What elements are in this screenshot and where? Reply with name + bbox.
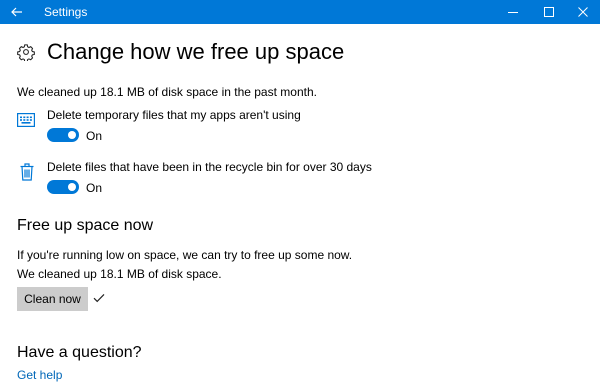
minimize-button[interactable] <box>496 0 530 24</box>
checkmark-icon <box>93 293 105 303</box>
close-icon <box>578 7 588 17</box>
keyboard-icon <box>17 113 35 127</box>
recycle-bin-icon <box>20 163 34 181</box>
maximize-button[interactable] <box>532 0 566 24</box>
page-title: Change how we free up space <box>47 39 345 64</box>
minimize-icon <box>508 12 518 13</box>
free-up-result: We cleaned up 18.1 MB of disk space. <box>17 267 222 281</box>
recycle-bin-toggle[interactable] <box>47 180 79 194</box>
cleanup-summary: We cleaned up 18.1 MB of disk space in t… <box>17 85 317 99</box>
recycle-bin-toggle-state: On <box>86 181 103 195</box>
gear-icon <box>17 44 35 61</box>
temp-files-toggle[interactable] <box>47 128 79 142</box>
close-button[interactable] <box>566 0 600 24</box>
setting-label-recycle-bin: Delete files that have been in the recyc… <box>47 160 372 174</box>
back-arrow-icon <box>11 7 22 17</box>
window-title: Settings <box>44 5 88 19</box>
page-header: Change how we free up space <box>17 37 344 67</box>
question-heading: Have a question? <box>17 344 142 361</box>
free-up-description: If you're running low on space, we can t… <box>17 248 353 262</box>
toggle-knob <box>68 183 76 191</box>
maximize-icon <box>544 7 554 17</box>
get-help-link[interactable]: Get help <box>17 368 62 382</box>
free-up-heading: Free up space now <box>17 217 154 234</box>
back-button[interactable] <box>0 0 34 24</box>
temp-files-toggle-state: On <box>86 129 103 143</box>
clean-now-button[interactable]: Clean now <box>17 287 88 311</box>
title-bar: Settings <box>0 0 600 24</box>
setting-label-temp-files: Delete temporary files that my apps aren… <box>47 108 301 122</box>
toggle-knob <box>68 131 76 139</box>
